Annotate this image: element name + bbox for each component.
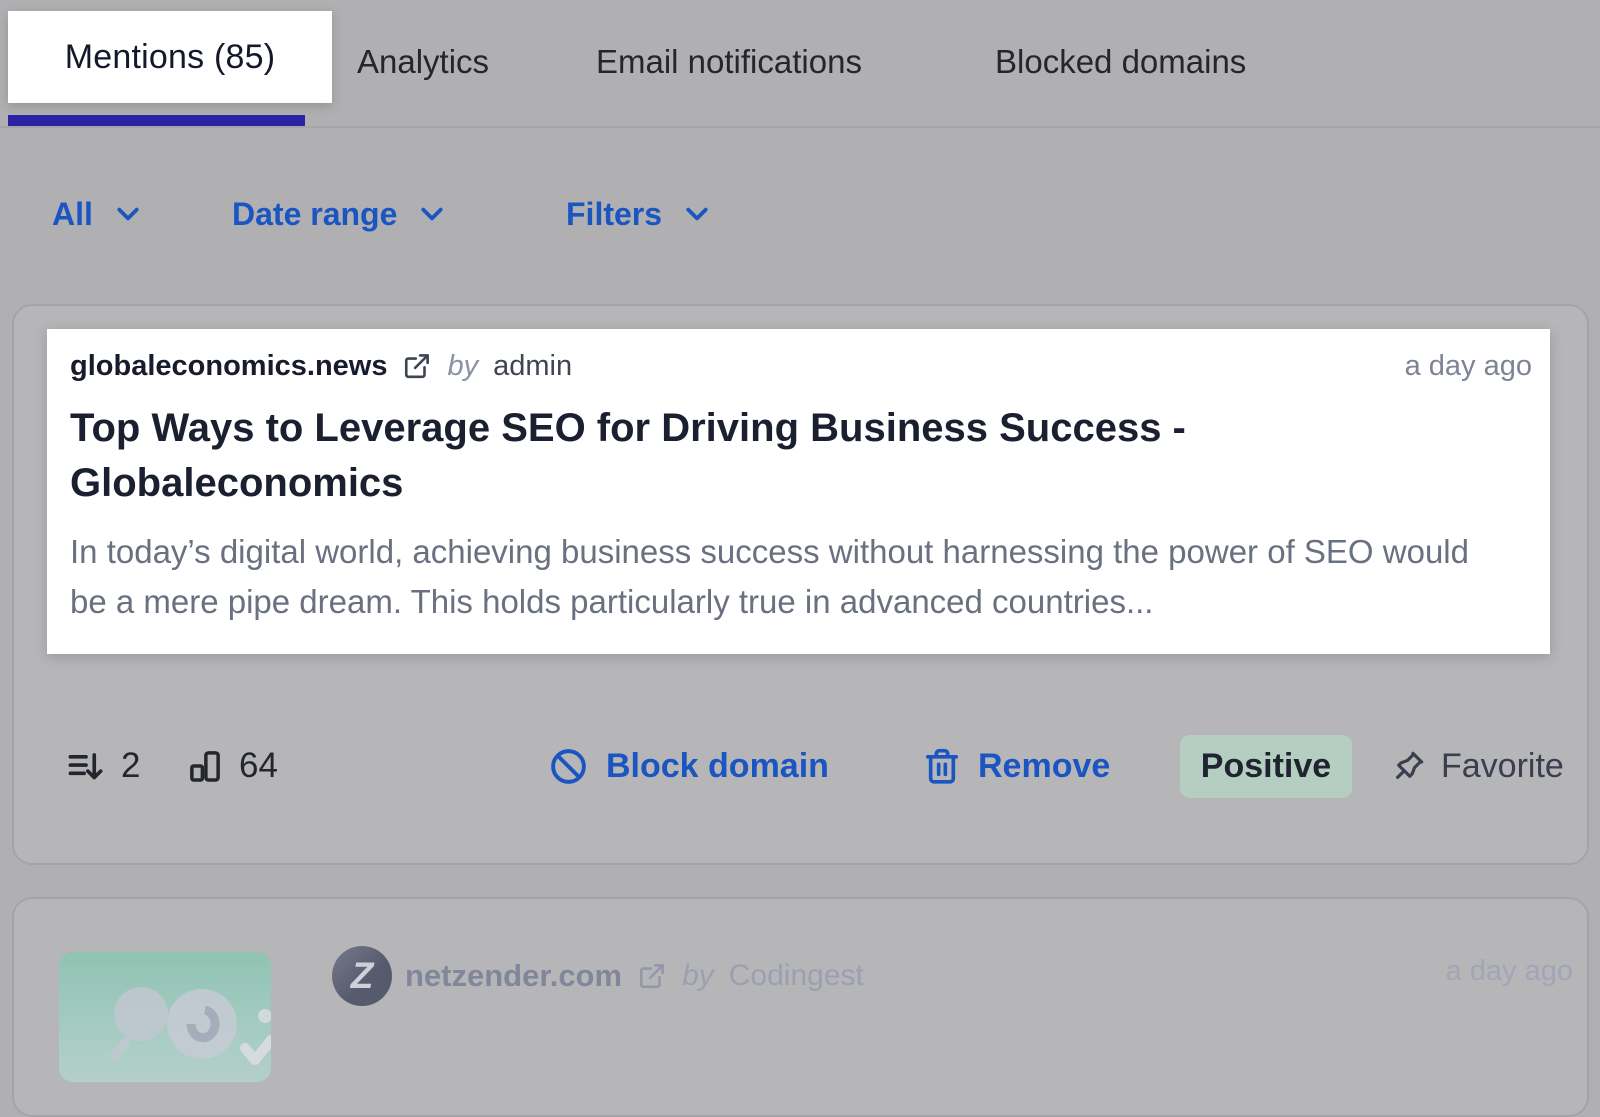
sentiment-label: Positive — [1201, 747, 1331, 786]
mention-excerpt: In today’s digital world, achieving busi… — [70, 527, 1508, 627]
mentions-count-stat: 2 — [64, 734, 140, 798]
domain-link[interactable]: netzender.com — [405, 958, 622, 994]
byline: by — [682, 959, 714, 993]
mention-title[interactable]: Top Ways to Leverage SEO for Driving Bus… — [70, 401, 1360, 511]
tab-mentions-label: Mentions (85) — [65, 38, 275, 77]
filter-filters-dropdown[interactable]: Filters — [566, 192, 712, 236]
mention-highlight-box: globaleconomics.news by admin a day ago … — [47, 329, 1550, 654]
chevron-down-icon — [682, 199, 712, 229]
mention-card: globaleconomics.news by admin a day ago … — [12, 304, 1589, 865]
domain-link[interactable]: globaleconomics.news — [70, 350, 387, 383]
tab-blocked-domains[interactable]: Blocked domains — [995, 42, 1246, 82]
filter-all-label: All — [52, 196, 93, 233]
tabbar-divider — [0, 126, 1600, 128]
mentions-count-value: 2 — [121, 746, 140, 786]
tab-mentions[interactable]: Mentions (85) — [8, 11, 332, 103]
site-avatar: Z — [332, 946, 392, 1006]
authority-score-stat: 64 — [184, 734, 278, 798]
filter-date-range-dropdown[interactable]: Date range — [232, 192, 447, 236]
chevron-down-icon — [417, 199, 447, 229]
trash-icon — [922, 746, 962, 786]
filter-filters-label: Filters — [566, 196, 662, 233]
byline: by — [447, 350, 478, 383]
time-ago: a day ago — [1446, 955, 1573, 988]
mention-header: netzender.com by Codingest — [405, 955, 864, 997]
remove-button[interactable]: Remove — [922, 734, 1110, 798]
time-ago: a day ago — [1405, 350, 1532, 383]
mention-header: globaleconomics.news by admin — [70, 345, 572, 387]
sort-descending-icon — [64, 744, 108, 788]
sentiment-badge[interactable]: Positive — [1180, 735, 1352, 798]
author: Codingest — [729, 959, 864, 993]
active-tab-underline — [8, 115, 305, 126]
pin-icon — [1390, 747, 1428, 785]
chevron-down-icon — [113, 199, 143, 229]
remove-label: Remove — [978, 747, 1110, 786]
favorite-button[interactable]: Favorite — [1390, 734, 1564, 798]
external-link-icon[interactable] — [637, 961, 667, 991]
filter-date-range-label: Date range — [232, 196, 397, 233]
external-link-icon[interactable] — [402, 351, 432, 381]
site-thumbnail — [59, 952, 271, 1082]
block-domain-button[interactable]: Block domain — [548, 734, 829, 798]
filter-all-dropdown[interactable]: All — [52, 192, 143, 236]
block-domain-label: Block domain — [606, 747, 829, 786]
mention-card: Z netzender.com by Codingest a day ago — [12, 897, 1589, 1117]
site-avatar-letter: Z — [351, 955, 374, 997]
favorite-label: Favorite — [1441, 747, 1564, 786]
tab-email-notifications[interactable]: Email notifications — [596, 42, 862, 82]
author: admin — [493, 350, 572, 383]
bar-chart-icon — [184, 745, 226, 787]
block-icon — [548, 746, 589, 787]
tab-analytics[interactable]: Analytics — [357, 42, 489, 82]
authority-score-value: 64 — [239, 746, 278, 786]
